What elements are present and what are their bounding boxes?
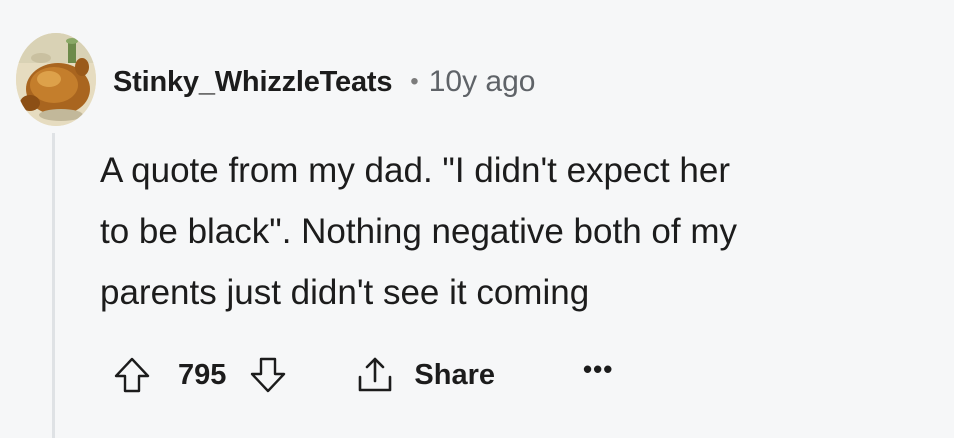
avatar[interactable] — [16, 33, 96, 126]
comment-body: A quote from my dad. "I didn't expect he… — [100, 140, 940, 323]
share-button[interactable]: Share — [356, 355, 495, 395]
roast-turkey-avatar-image — [16, 33, 96, 126]
share-label: Share — [414, 358, 495, 391]
username-link[interactable]: Stinky_WhizzleTeats — [113, 66, 392, 99]
share-icon — [356, 355, 394, 395]
comment-line: parents just didn't see it coming — [100, 273, 590, 312]
thread-line — [52, 133, 55, 438]
comment-header: Stinky_WhizzleTeats • 10y ago — [113, 60, 535, 104]
timestamp[interactable]: 10y ago — [429, 65, 536, 99]
separator-dot: • — [410, 68, 419, 95]
vote-count: 795 — [178, 358, 227, 391]
comment-actions: 795 Share ••• — [112, 352, 613, 398]
comment-line: to be black". Nothing negative both of m… — [100, 212, 737, 251]
more-options-button[interactable]: ••• — [583, 354, 613, 385]
comment-line: A quote from my dad. "I didn't expect he… — [100, 151, 730, 190]
arrow-up-icon[interactable] — [112, 355, 152, 395]
arrow-down-icon[interactable] — [248, 355, 288, 395]
